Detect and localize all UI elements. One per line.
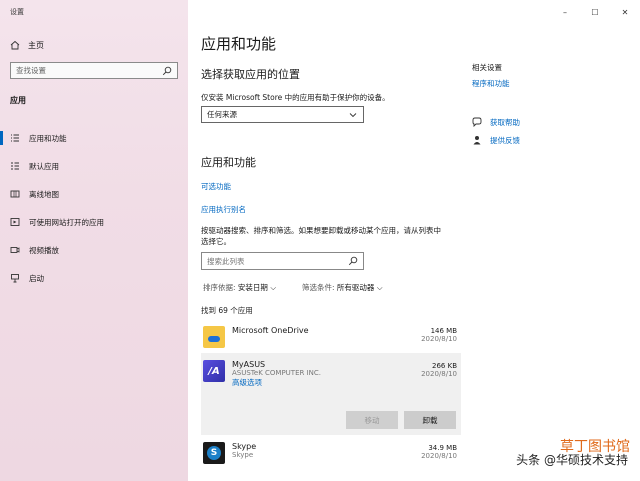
sort-dropdown[interactable]: 排序依据: 安装日期 ⌵ bbox=[203, 282, 276, 293]
app-alias-link[interactable]: 应用执行别名 bbox=[201, 204, 246, 215]
skype-icon: S bbox=[203, 442, 225, 464]
app-date: 2020/8/10 bbox=[421, 452, 457, 460]
app-list-item-selected[interactable]: /A MyASUS ASUSTeK COMPUTER INC. 高级选项 266… bbox=[201, 353, 461, 435]
chevron-down-icon: ⌵ bbox=[376, 283, 383, 292]
app-size: 266 KB bbox=[432, 362, 457, 370]
sidebar: 设置 主页 查找设置 应用 应用和功能 默认应用 离线地图 可使用网站打开的应用… bbox=[0, 0, 188, 481]
startup-icon bbox=[10, 273, 20, 283]
app-name: Skype bbox=[232, 442, 257, 451]
programs-features-link[interactable]: 程序和功能 bbox=[472, 78, 510, 89]
map-icon bbox=[10, 189, 20, 199]
search-description-line: 按驱动器搜索、排序和筛选。如果想要卸载或移动某个应用，请从列表中 bbox=[201, 226, 441, 235]
window-title: 设置 bbox=[10, 8, 24, 16]
help-icon bbox=[472, 117, 482, 128]
move-button[interactable]: 移动 bbox=[346, 411, 398, 429]
settings-search-input[interactable]: 查找设置 bbox=[10, 62, 178, 79]
page-title: 应用和功能 bbox=[201, 35, 277, 53]
sidebar-item-label: 默认应用 bbox=[29, 161, 59, 171]
sidebar-item-apps-features[interactable]: 应用和功能 bbox=[0, 124, 188, 152]
sidebar-item-label: 视频播放 bbox=[29, 245, 59, 255]
give-feedback-link[interactable]: 提供反馈 bbox=[490, 135, 520, 146]
sidebar-item-label: 应用和功能 bbox=[29, 133, 67, 143]
app-list-item[interactable]: S Skype Skype 34.9 MB 2020/8/10 bbox=[201, 438, 461, 470]
sort-filter-row: 排序依据: 安装日期 ⌵ 筛选条件: 所有驱动器 ⌵ bbox=[203, 282, 383, 293]
close-button[interactable]: ✕ bbox=[610, 4, 640, 20]
myasus-icon: /A bbox=[203, 360, 225, 382]
sidebar-item-video-playback[interactable]: 视频播放 bbox=[0, 236, 188, 264]
chevron-down-icon bbox=[348, 110, 358, 120]
section-title: 应用 bbox=[10, 96, 26, 105]
sidebar-item-startup[interactable]: 启动 bbox=[0, 264, 188, 292]
chevron-down-icon: ⌵ bbox=[270, 283, 276, 292]
search-icon bbox=[162, 66, 172, 76]
sort-label: 排序依据: bbox=[203, 283, 236, 292]
sidebar-item-label: 启动 bbox=[29, 273, 44, 283]
settings-search-placeholder: 查找设置 bbox=[16, 66, 46, 75]
app-name: Microsoft OneDrive bbox=[232, 326, 309, 335]
default-apps-icon bbox=[10, 161, 20, 171]
web-app-icon bbox=[10, 217, 20, 227]
sidebar-item-label: 可使用网站打开的应用 bbox=[29, 217, 104, 227]
app-date: 2020/8/10 bbox=[421, 335, 457, 343]
apps-features-heading: 应用和功能 bbox=[201, 156, 256, 169]
app-size: 34.9 MB bbox=[428, 444, 457, 452]
sidebar-item-default-apps[interactable]: 默认应用 bbox=[0, 152, 188, 180]
filter-label: 筛选条件: bbox=[302, 283, 335, 292]
video-icon bbox=[10, 245, 20, 255]
app-publisher: Skype bbox=[232, 451, 254, 459]
apps-found-count: 找到 69 个应用 bbox=[201, 306, 253, 315]
app-name: MyASUS bbox=[232, 360, 266, 369]
app-list-item[interactable]: Microsoft OneDrive 146 MB 2020/8/10 bbox=[201, 322, 461, 352]
home-label: 主页 bbox=[28, 40, 44, 50]
window-controls: – ☐ ✕ bbox=[550, 4, 640, 20]
sidebar-item-web-apps[interactable]: 可使用网站打开的应用 bbox=[0, 208, 188, 236]
get-help-link[interactable]: 获取帮助 bbox=[490, 117, 520, 128]
app-source-value: 任何来源 bbox=[207, 110, 237, 119]
feedback-icon bbox=[472, 135, 482, 145]
filter-value: 所有驱动器 bbox=[336, 283, 375, 292]
home-nav-item[interactable]: 主页 bbox=[10, 38, 44, 52]
choose-location-heading: 选择获取应用的位置 bbox=[201, 68, 300, 81]
search-description-line: 选择它。 bbox=[201, 237, 231, 246]
uninstall-button[interactable]: 卸载 bbox=[404, 411, 456, 429]
related-settings-title: 相关设置 bbox=[472, 63, 502, 72]
app-list-search-placeholder: 搜索此列表 bbox=[207, 256, 245, 266]
optional-features-link[interactable]: 可选功能 bbox=[201, 181, 231, 192]
home-icon bbox=[10, 40, 20, 50]
maximize-button[interactable]: ☐ bbox=[580, 4, 610, 20]
search-description: 按驱动器搜索、排序和筛选。如果想要卸载或移动某个应用，请从列表中 选择它。 bbox=[201, 225, 466, 247]
list-icon bbox=[10, 133, 20, 143]
onedrive-icon bbox=[203, 326, 225, 348]
app-list-search-input[interactable]: 搜索此列表 bbox=[201, 252, 364, 270]
sidebar-item-label: 离线地图 bbox=[29, 189, 59, 199]
app-publisher: ASUSTeK COMPUTER INC. bbox=[232, 369, 321, 377]
app-date: 2020/8/10 bbox=[421, 370, 457, 378]
app-size: 146 MB bbox=[430, 327, 457, 335]
choose-location-description: 仅安装 Microsoft Store 中的应用有助于保护你的设备。 bbox=[201, 93, 390, 102]
watermark-text: 头条 @华硕技术支持 bbox=[516, 453, 628, 467]
sort-value: 安装日期 bbox=[237, 283, 268, 292]
advanced-options-link[interactable]: 高级选项 bbox=[232, 377, 321, 388]
search-icon bbox=[348, 256, 358, 266]
filter-dropdown[interactable]: 筛选条件: 所有驱动器 ⌵ bbox=[302, 282, 383, 293]
minimize-button[interactable]: – bbox=[550, 4, 580, 20]
app-source-dropdown[interactable]: 任何来源 bbox=[201, 106, 364, 123]
sidebar-nav: 应用和功能 默认应用 离线地图 可使用网站打开的应用 视频播放 启动 bbox=[0, 124, 188, 292]
sidebar-item-offline-maps[interactable]: 离线地图 bbox=[0, 180, 188, 208]
